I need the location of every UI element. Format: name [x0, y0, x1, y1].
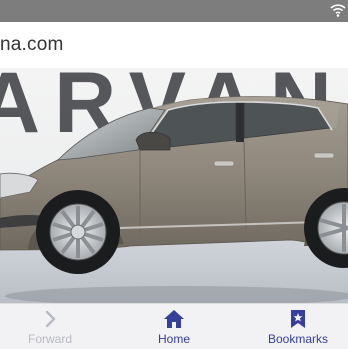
forward-button[interactable]: Forward	[22, 304, 78, 349]
url-text[interactable]: na.com	[0, 34, 64, 56]
forward-label: Forward	[27, 332, 72, 346]
bottom-nav: Forward Home Bookmarks	[0, 303, 348, 349]
bookmark-star-icon	[291, 310, 305, 328]
home-icon	[164, 310, 184, 328]
bookmarks-button[interactable]: Bookmarks	[260, 304, 336, 349]
home-label: Home	[157, 332, 190, 346]
home-button[interactable]: Home	[144, 304, 204, 349]
wifi-icon	[330, 4, 346, 17]
car-photo: ARVAN	[0, 68, 348, 303]
front-wheel	[36, 190, 120, 274]
status-bar	[0, 0, 348, 22]
chevron-right-icon	[45, 310, 56, 328]
url-bar[interactable]: na.com	[0, 22, 348, 69]
bookmarks-label: Bookmarks	[267, 332, 329, 346]
